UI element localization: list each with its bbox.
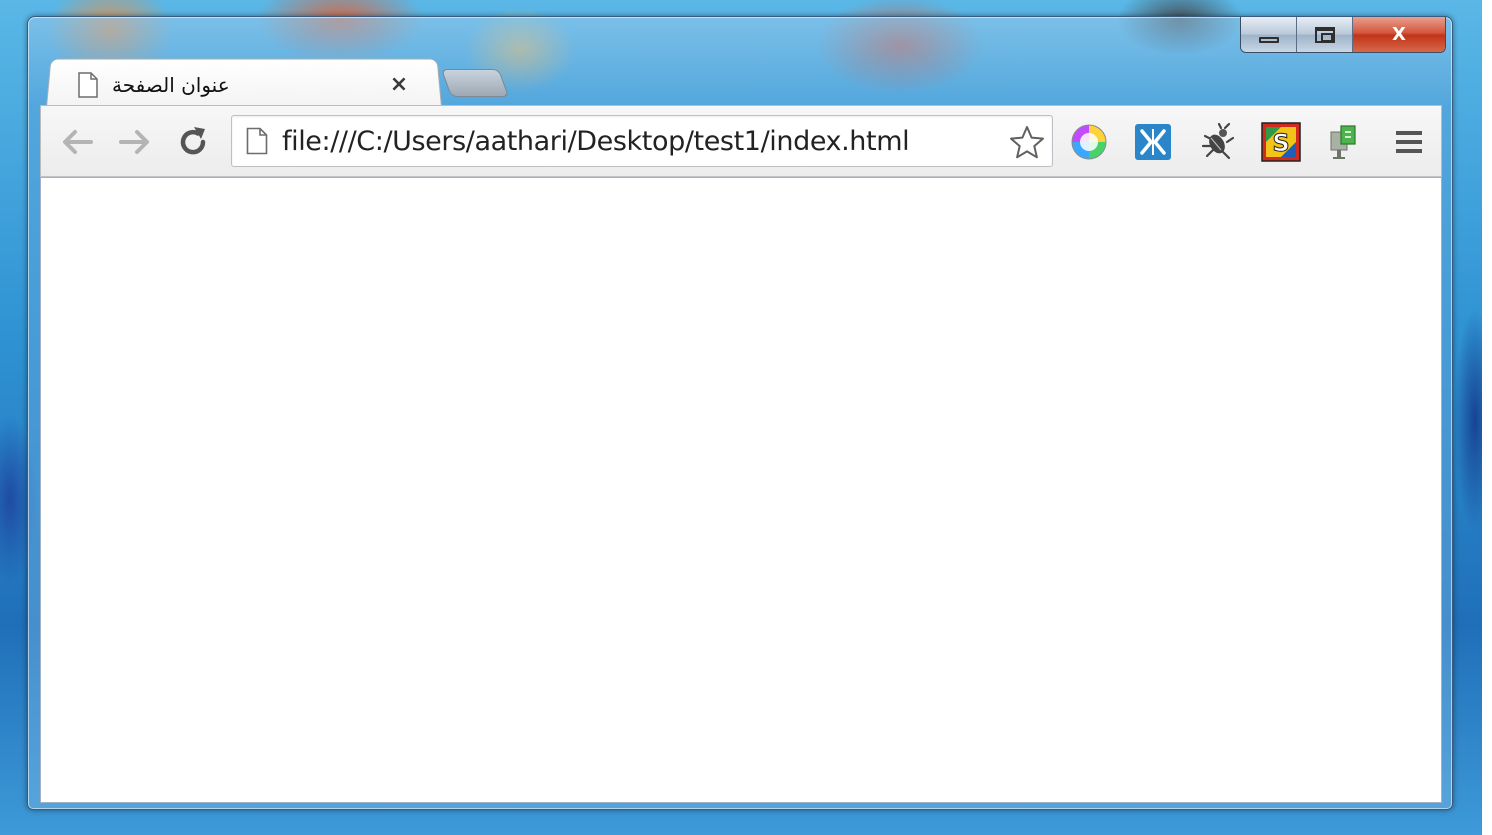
new-tab-button[interactable] [440,69,510,97]
menu-icon [1396,131,1422,153]
maximize-icon [1314,26,1335,43]
back-arrow-icon [63,130,93,154]
forward-button[interactable] [111,118,159,166]
window-controls: X [1240,17,1446,53]
extension-split[interactable] [1131,120,1175,164]
tab-close-button[interactable]: × [386,71,412,97]
extension-color-picker[interactable] [1067,120,1111,164]
toolbar: file:///C:/Users/aathari/Desktop/test1/i… [40,105,1442,177]
extension-bug[interactable] [1195,120,1239,164]
tab-title: عنوان الصفحة [112,73,230,97]
forward-arrow-icon [119,130,149,154]
minimize-button[interactable] [1241,17,1297,52]
bookmark-button[interactable] [1008,124,1046,160]
page-icon [78,72,98,98]
minimize-icon [1258,36,1279,43]
color-wheel-icon [1071,124,1107,160]
svg-text:S: S [1272,129,1289,157]
reload-icon [180,127,206,155]
page-icon [246,127,268,155]
tab-content: عنوان الصفحة × [58,65,418,105]
close-icon: X [1392,24,1406,45]
page-content[interactable] [40,177,1442,803]
menu-button[interactable] [1387,120,1431,164]
close-window-button[interactable]: X [1353,17,1445,52]
split-x-icon [1135,124,1171,160]
s-badge-icon: S [1261,122,1301,162]
reload-button[interactable] [169,118,217,166]
url-text[interactable]: file:///C:/Users/aathari/Desktop/test1/i… [282,126,910,157]
bug-icon [1201,122,1235,160]
green-extension-icon [1330,125,1356,159]
screen-edge [1482,0,1492,835]
extension-s-badge[interactable]: S [1259,120,1303,164]
star-icon [1010,126,1044,159]
maximize-button[interactable] [1297,17,1353,52]
address-bar[interactable]: file:///C:/Users/aathari/Desktop/test1/i… [231,115,1053,167]
extension-green[interactable] [1321,120,1365,164]
back-button[interactable] [53,118,101,166]
browser-window: X عنوان الصفحة × file:///C:/Users/aathar… [27,16,1453,810]
